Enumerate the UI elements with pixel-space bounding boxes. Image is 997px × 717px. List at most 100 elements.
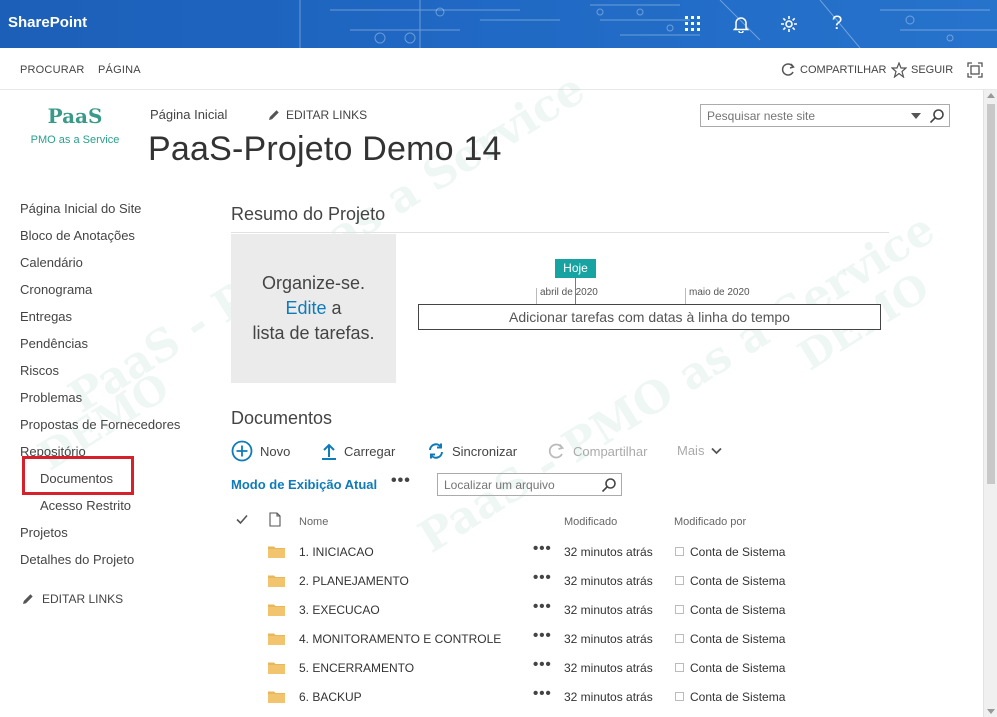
- row-modified-by[interactable]: Conta de Sistema: [690, 574, 785, 588]
- row-name[interactable]: 1. INICIACAO: [299, 545, 374, 559]
- find-file-box[interactable]: [437, 473, 622, 496]
- table-row[interactable]: 2. PLANEJAMENTO ••• 32 minutos atrás Con…: [231, 567, 871, 596]
- row-name[interactable]: 6. BACKUP: [299, 690, 362, 704]
- column-header-modified-by[interactable]: Modificado por: [674, 516, 746, 528]
- row-modified-by[interactable]: Conta de Sistema: [690, 690, 785, 704]
- presence-indicator: [675, 576, 684, 585]
- row-modified: 32 minutos atrás: [564, 632, 653, 646]
- table-row[interactable]: 4. MONITORAMENTO E CONTROLE ••• 32 minut…: [231, 625, 871, 654]
- sync-label: Sincronizar: [452, 443, 518, 459]
- row-menu-icon[interactable]: •••: [533, 685, 552, 702]
- current-view-selector[interactable]: Modo de Exibição Atual: [231, 477, 377, 492]
- presence-indicator: [675, 663, 684, 672]
- nav-item-projetos[interactable]: Projetos: [20, 524, 210, 551]
- nav-item-pendencias[interactable]: Pendências: [20, 335, 210, 362]
- organize-line1: Organize-se.: [261, 273, 366, 293]
- presence-indicator: [675, 605, 684, 614]
- site-search-input[interactable]: [701, 105, 901, 126]
- star-icon: [891, 62, 907, 78]
- row-modified-by[interactable]: Conta de Sistema: [690, 632, 785, 646]
- folder-icon: [268, 603, 285, 621]
- scroll-down-arrow-icon[interactable]: [987, 709, 995, 714]
- share-icon: [548, 443, 565, 459]
- table-row[interactable]: 6. BACKUP ••• 32 minutos atrás Conta de …: [231, 683, 871, 712]
- column-header-modified[interactable]: Modificado: [564, 516, 617, 528]
- organize-tile: Organize-se. Edite a lista de tarefas.: [231, 234, 396, 383]
- edit-links-top-button[interactable]: EDITAR LINKS: [268, 108, 367, 122]
- gear-icon[interactable]: [774, 10, 804, 38]
- sync-icon: [429, 443, 443, 459]
- column-header-name[interactable]: Nome: [299, 516, 328, 528]
- vertical-scrollbar[interactable]: [983, 90, 997, 717]
- search-scope-dropdown-icon[interactable]: [911, 113, 921, 119]
- focus-content-icon[interactable]: [967, 62, 983, 78]
- folder-icon: [268, 632, 285, 650]
- row-name[interactable]: 2. PLANEJAMENTO: [299, 574, 409, 588]
- chevron-down-icon: [711, 447, 723, 454]
- help-icon[interactable]: ?: [822, 10, 852, 38]
- find-file-input[interactable]: [438, 474, 598, 495]
- site-title[interactable]: PaaS-Projeto Demo 14: [148, 130, 502, 169]
- suite-bar: SharePoint ?: [0, 0, 997, 48]
- share-button[interactable]: COMPARTILHAR: [781, 62, 886, 77]
- follow-label: SEGUIR: [911, 64, 954, 76]
- share-docs-label: Compartilhar: [573, 443, 648, 459]
- tab-pagina[interactable]: PÁGINA: [98, 64, 141, 76]
- site-search-box[interactable]: [700, 104, 950, 127]
- app-launcher-icon[interactable]: [678, 10, 708, 38]
- row-modified-by[interactable]: Conta de Sistema: [690, 603, 785, 617]
- nav-item-detalhes-projeto[interactable]: Detalhes do Projeto: [20, 551, 210, 578]
- row-menu-icon[interactable]: •••: [533, 540, 552, 557]
- select-all-checkmark-icon[interactable]: [236, 514, 248, 528]
- nav-item-riscos[interactable]: Riscos: [20, 362, 210, 389]
- edit-links-top-label: EDITAR LINKS: [286, 108, 368, 122]
- edit-task-list-link[interactable]: Edite: [285, 298, 326, 318]
- more-button[interactable]: Mais: [677, 443, 723, 458]
- sharepoint-brand[interactable]: SharePoint: [8, 14, 87, 31]
- nav-item-entregas[interactable]: Entregas: [20, 308, 210, 335]
- view-more-options-icon[interactable]: •••: [391, 472, 411, 490]
- table-row[interactable]: 3. EXECUCAO ••• 32 minutos atrás Conta d…: [231, 596, 871, 625]
- row-menu-icon[interactable]: •••: [533, 569, 552, 586]
- bell-icon[interactable]: [726, 10, 756, 38]
- upload-arrow-icon: [322, 443, 336, 460]
- organize-line2-rest: a: [326, 298, 342, 318]
- nav-item-pagina-inicial[interactable]: Página Inicial do Site: [20, 200, 210, 227]
- row-name[interactable]: 3. EXECUCAO: [299, 603, 380, 617]
- nav-item-cronograma[interactable]: Cronograma: [20, 281, 210, 308]
- row-name[interactable]: 4. MONITORAMENTO E CONTROLE: [299, 632, 501, 646]
- row-menu-icon[interactable]: •••: [533, 656, 552, 673]
- share-icon: [781, 63, 795, 76]
- scroll-up-arrow-icon[interactable]: [987, 93, 995, 98]
- folder-icon: [268, 545, 285, 563]
- row-modified-by[interactable]: Conta de Sistema: [690, 545, 785, 559]
- search-icon[interactable]: [601, 477, 617, 498]
- upload-button[interactable]: Carregar: [321, 442, 395, 460]
- search-icon[interactable]: [929, 108, 945, 129]
- nav-item-bloco-anotacoes[interactable]: Bloco de Anotações: [20, 227, 210, 254]
- tab-procurar[interactable]: PROCURAR: [20, 64, 85, 76]
- row-menu-icon[interactable]: •••: [533, 627, 552, 644]
- edit-links-nav-button[interactable]: EDITAR LINKS: [22, 592, 123, 606]
- table-row[interactable]: 5. ENCERRAMENTO ••• 32 minutos atrás Con…: [231, 654, 871, 683]
- organize-line3: lista de tarefas.: [252, 323, 375, 343]
- timeline-tick: [536, 288, 537, 304]
- nav-item-acesso-restrito[interactable]: Acesso Restrito: [20, 497, 210, 524]
- documents-title[interactable]: Documentos: [231, 408, 332, 429]
- new-document-button[interactable]: Novo: [231, 440, 290, 462]
- row-modified: 32 minutos atrás: [564, 661, 653, 675]
- row-menu-icon[interactable]: •••: [533, 598, 552, 615]
- nav-item-calendario[interactable]: Calendário: [20, 254, 210, 281]
- timeline-add-tasks[interactable]: Adicionar tarefas com datas à linha do t…: [418, 304, 881, 330]
- scrollbar-thumb[interactable]: [987, 104, 995, 484]
- site-logo[interactable]: PaaS PMO as a Service: [20, 104, 130, 162]
- nav-item-propostas[interactable]: Propostas de Fornecedores: [20, 416, 210, 443]
- nav-item-problemas[interactable]: Problemas: [20, 389, 210, 416]
- sync-button[interactable]: Sincronizar: [427, 442, 517, 460]
- row-name[interactable]: 5. ENCERRAMENTO: [299, 661, 414, 675]
- table-row[interactable]: 1. INICIACAO ••• 32 minutos atrás Conta …: [231, 538, 871, 567]
- share-docs-button[interactable]: Compartilhar: [548, 442, 647, 460]
- top-nav-home-link[interactable]: Página Inicial: [150, 107, 227, 122]
- row-modified-by[interactable]: Conta de Sistema: [690, 661, 785, 675]
- follow-button[interactable]: SEGUIR: [891, 62, 953, 78]
